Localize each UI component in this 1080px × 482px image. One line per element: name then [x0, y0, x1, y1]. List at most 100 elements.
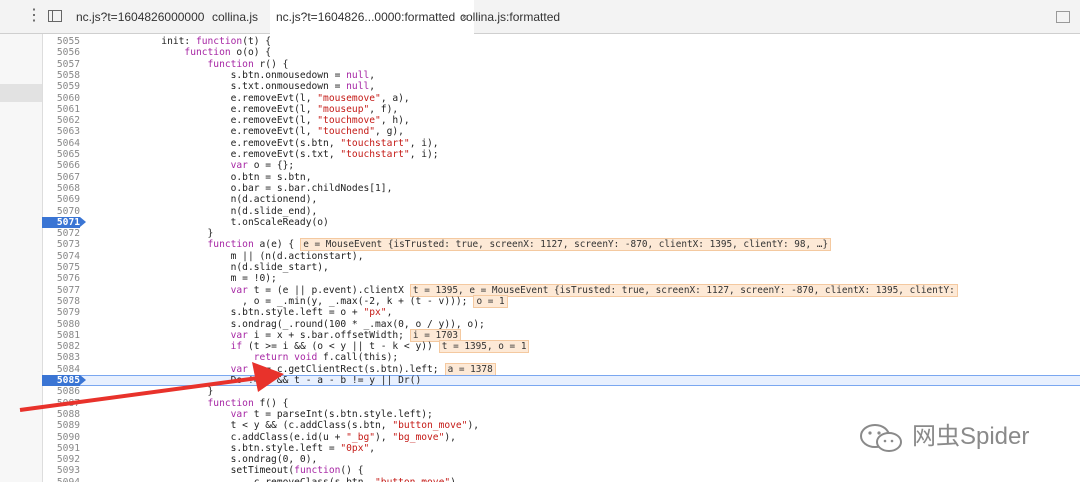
code-text: s.txt.onmousedown = null,: [92, 81, 376, 93]
code-line[interactable]: 5061 e.removeEvt(l, "mouseup", f),: [42, 104, 1080, 115]
code-text: var i = x + s.bar.offsetWidth; i = 1703: [92, 328, 462, 342]
line-number[interactable]: 5060: [42, 93, 80, 104]
watermark-text: 网虫Spider: [912, 423, 1030, 450]
line-number[interactable]: 5056: [42, 47, 80, 58]
line-number[interactable]: 5070: [42, 206, 80, 217]
line-number[interactable]: 5069: [42, 194, 80, 205]
code-line[interactable]: 5074 m || (n(d.actionstart),: [42, 251, 1080, 262]
code-line[interactable]: 5087 function f() {: [42, 398, 1080, 409]
inline-value-annotation: a = 1378: [444, 362, 496, 376]
line-number[interactable]: 5067: [42, 172, 80, 183]
code-line[interactable]: 5060 e.removeEvt(l, "mousemove", a),: [42, 93, 1080, 104]
code-line[interactable]: 5070 n(d.slide_end),: [42, 206, 1080, 217]
code-line[interactable]: 5085 Do != y && t - a - b != y || Dr(): [42, 375, 1080, 387]
code-line[interactable]: 5075 n(d.slide_start),: [42, 262, 1080, 273]
code-line[interactable]: 5073 function a(e) {e = MouseEvent {isTr…: [42, 238, 1080, 252]
line-number[interactable]: 5084: [42, 364, 80, 375]
line-number[interactable]: 5092: [42, 454, 80, 465]
code-line[interactable]: 5093 setTimeout(function() {: [42, 465, 1080, 476]
tab-collina-js-formatted[interactable]: collina.js:formatted: [460, 0, 560, 33]
line-number[interactable]: 5076: [42, 273, 80, 284]
line-number[interactable]: 5091: [42, 443, 80, 454]
line-number[interactable]: 5063: [42, 126, 80, 137]
code-line[interactable]: 5081 var i = x + s.bar.offsetWidth; i = 1…: [42, 328, 1080, 342]
breakpoint-marker[interactable]: 5085: [42, 375, 86, 387]
line-number[interactable]: 5083: [42, 352, 80, 363]
code-line[interactable]: 5057 function r() {: [42, 59, 1080, 70]
line-number[interactable]: 5074: [42, 251, 80, 262]
line-number[interactable]: 5071: [42, 217, 80, 228]
code-line[interactable]: 5056 function o(o) {: [42, 47, 1080, 58]
code-line[interactable]: 5071 t.onScaleReady(o): [42, 216, 1080, 229]
code-line[interactable]: 5063 e.removeEvt(l, "touchend", g),: [42, 126, 1080, 137]
toggle-debugger-icon[interactable]: [1056, 11, 1070, 23]
code-line[interactable]: 5068 o.bar = s.bar.childNodes[1],: [42, 183, 1080, 194]
code-line[interactable]: 5055 init: function(t) {: [42, 36, 1080, 47]
code-text: c.removeClass(s.btn, "button_move"),: [92, 477, 462, 482]
code-line[interactable]: 5059 s.txt.onmousedown = null,: [42, 81, 1080, 92]
code-line[interactable]: 5080 s.ondrag(_.round(100 * _.max(0, o /…: [42, 319, 1080, 330]
code-line[interactable]: 5079 s.btn.style.left = o + "px",: [42, 307, 1080, 318]
tab-collina-js[interactable]: collina.js: [212, 0, 258, 33]
line-number[interactable]: 5057: [42, 59, 80, 70]
line-number[interactable]: 5090: [42, 432, 80, 443]
code-text: s.btn.style.left = "0px",: [92, 442, 376, 454]
line-number[interactable]: 5073: [42, 239, 80, 250]
line-number[interactable]: 5055: [42, 36, 80, 47]
code-line[interactable]: 5078 , o = _.min(y, _.max(-2, k + (t - v…: [42, 294, 1080, 308]
code-line[interactable]: 5066 var o = {};: [42, 160, 1080, 171]
code-text: t.onScaleReady(o): [92, 216, 329, 228]
line-number[interactable]: 5077: [42, 285, 80, 296]
code-line[interactable]: 5064 e.removeEvt(s.btn, "touchstart", i)…: [42, 138, 1080, 149]
code-line[interactable]: 5065 e.removeEvt(s.txt, "touchstart", i)…: [42, 149, 1080, 160]
line-number[interactable]: 5079: [42, 307, 80, 318]
line-number[interactable]: 5088: [42, 409, 80, 420]
line-number[interactable]: 5061: [42, 104, 80, 115]
selected-file-row[interactable]: [0, 84, 42, 102]
line-number[interactable]: 5080: [42, 319, 80, 330]
tab-nc-js[interactable]: nc.js?t=1604826000000: [76, 0, 204, 33]
code-line[interactable]: 5058 s.btn.onmousedown = null,: [42, 70, 1080, 81]
code-line[interactable]: 5094 c.removeClass(s.btn, "button_move")…: [42, 477, 1080, 482]
code-line[interactable]: 5069 n(d.actionend),: [42, 194, 1080, 205]
line-number[interactable]: 5094: [42, 477, 80, 482]
code-text: s.btn.onmousedown = null,: [92, 69, 376, 81]
line-number[interactable]: 5075: [42, 262, 80, 273]
line-number[interactable]: 5093: [42, 465, 80, 476]
line-number[interactable]: 5078: [42, 296, 80, 307]
code-line[interactable]: 5086 }: [42, 386, 1080, 397]
line-number[interactable]: 5089: [42, 420, 80, 431]
line-number[interactable]: 5082: [42, 341, 80, 352]
line-number[interactable]: 5064: [42, 138, 80, 149]
more-options-icon[interactable]: ⋮: [26, 8, 42, 24]
code-text: }: [92, 228, 214, 240]
code-line[interactable]: 5082 if (t >= i && (o < y || t - k < y))…: [42, 340, 1080, 354]
line-number[interactable]: 5065: [42, 149, 80, 160]
line-number[interactable]: 5085: [42, 375, 80, 386]
code-editor[interactable]: 5055 init: function(t) {5056 function o(…: [42, 34, 1080, 482]
navigator-toggle-icon[interactable]: [48, 10, 62, 22]
code-line[interactable]: 5076 m = !0);: [42, 273, 1080, 284]
code-line[interactable]: 5084 var a = c.getClientRect(s.btn).left…: [42, 362, 1080, 376]
line-number[interactable]: 5059: [42, 81, 80, 92]
code-line[interactable]: 5067 o.btn = s.btn,: [42, 172, 1080, 183]
line-number[interactable]: 5072: [42, 228, 80, 239]
code-text: , o = _.min(y, _.max(-2, k + (t - v))); o…: [92, 294, 508, 308]
line-number[interactable]: 5086: [42, 386, 80, 397]
line-number[interactable]: 5081: [42, 330, 80, 341]
line-number[interactable]: 5062: [42, 115, 80, 126]
line-number[interactable]: 5087: [42, 398, 80, 409]
code-line[interactable]: 5083 return void f.call(this);: [42, 352, 1080, 363]
breakpoint-marker[interactable]: 5071: [42, 216, 86, 229]
inline-value-annotation: e = MouseEvent {isTrusted: true, screenX…: [300, 238, 832, 252]
code-text: var a = c.getClientRect(s.btn).left; a = …: [92, 362, 496, 376]
line-number[interactable]: 5068: [42, 183, 80, 194]
wechat-icon: [860, 423, 902, 452]
line-number[interactable]: 5066: [42, 160, 80, 171]
line-number[interactable]: 5058: [42, 70, 80, 81]
inline-value-annotation: o = 1: [473, 294, 508, 308]
code-line[interactable]: 5062 e.removeEvt(l, "touchmove", h),: [42, 115, 1080, 126]
code-line[interactable]: 5092 s.ondrag(0, 0),: [42, 454, 1080, 465]
tab-nc-js-formatted[interactable]: nc.js?t=1604826...0000:formatted ×: [270, 0, 474, 34]
code-line[interactable]: 5077 var t = (e || p.event).clientX t = 1…: [42, 283, 1080, 297]
